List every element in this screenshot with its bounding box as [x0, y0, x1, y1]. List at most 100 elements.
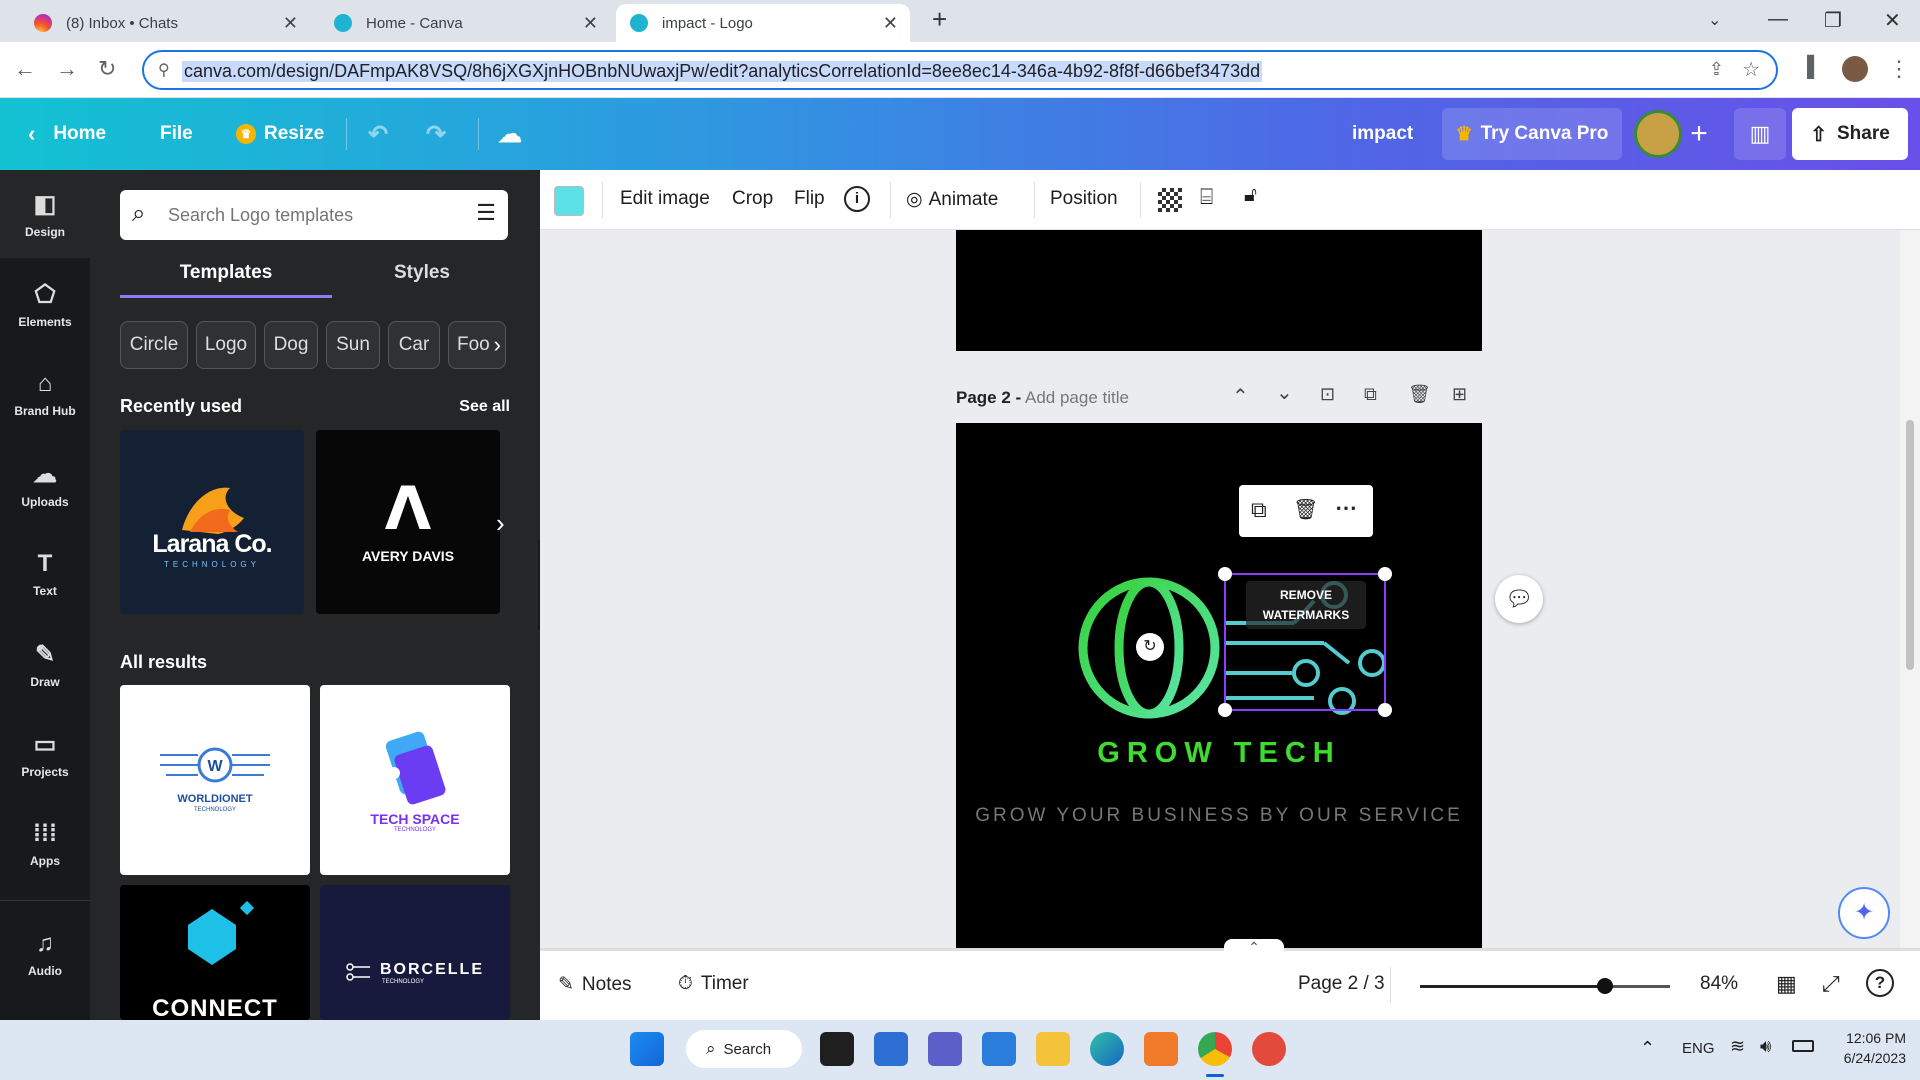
rail-item-draw[interactable]: ✎ Draw: [0, 620, 90, 708]
rail-item-projects[interactable]: ▭ Projects: [0, 710, 90, 798]
paint-roller-icon[interactable]: ⌸: [1200, 184, 1213, 210]
result-template-connect[interactable]: CONNECT: [120, 885, 310, 1020]
chevron-down-icon[interactable]: ⌄: [1276, 380, 1293, 405]
edit-image-button[interactable]: Edit image: [620, 188, 710, 210]
chip-sun[interactable]: Sun: [326, 321, 380, 369]
reload-icon[interactable]: ↻: [98, 56, 116, 82]
rail-item-brand-hub[interactable]: ⌂ Brand Hub: [0, 350, 90, 438]
rail-item-audio[interactable]: ♫ Audio: [0, 910, 90, 998]
chip-logo[interactable]: Logo: [196, 321, 256, 369]
taskbar-search[interactable]: ⌕ Search: [686, 1030, 802, 1068]
vertical-scrollbar[interactable]: [1900, 230, 1920, 950]
chip-car[interactable]: Car: [388, 321, 440, 369]
insights-chart-icon[interactable]: ▥: [1734, 108, 1786, 160]
app-icon[interactable]: [1252, 1032, 1286, 1066]
page-1-canvas[interactable]: [956, 230, 1482, 351]
crop-button[interactable]: Crop: [732, 188, 773, 210]
info-icon[interactable]: i: [844, 186, 870, 212]
result-template-techspace[interactable]: TECH SPACE TECHNOLOGY: [320, 685, 510, 875]
redo-icon[interactable]: ↷: [426, 98, 446, 170]
rail-item-design[interactable]: ◧ Design: [0, 170, 90, 258]
trash-icon[interactable]: 🗑︎: [1293, 497, 1318, 522]
chevron-right-icon[interactable]: ›: [494, 332, 501, 358]
duplicate-icon[interactable]: ⧉: [1251, 497, 1267, 523]
tab-templates[interactable]: Templates: [120, 262, 332, 298]
home-button[interactable]: ‹ Home: [28, 98, 106, 170]
rotate-handle-icon[interactable]: ↻: [1136, 633, 1164, 661]
delete-page-icon[interactable]: 🗑︎: [1408, 384, 1431, 405]
chip-dog[interactable]: Dog: [264, 321, 318, 369]
bookmark-star-icon[interactable]: ☆: [1742, 57, 1760, 82]
url-input[interactable]: ⚲ canva.com/design/DAFmpAK8VSQ/8h6jXGXjn…: [142, 50, 1778, 90]
add-comment-icon[interactable]: 💬︎: [1495, 575, 1543, 623]
file-explorer-icon[interactable]: [1036, 1032, 1070, 1066]
resize-handle[interactable]: [1218, 703, 1232, 717]
help-icon[interactable]: ?: [1866, 969, 1894, 997]
grid-view-icon[interactable]: ▦: [1776, 971, 1797, 997]
scrollbar-thumb[interactable]: [1906, 420, 1914, 670]
sidebar-toggle-icon[interactable]: ▐: [1800, 56, 1814, 79]
wifi-icon[interactable]: ≋: [1730, 1036, 1745, 1057]
result-template-borcelle[interactable]: BORCELLE TECHNOLOGY: [320, 885, 510, 1020]
add-collaborator-icon[interactable]: +: [1686, 98, 1712, 170]
clock-time[interactable]: 12:06 PM: [1826, 1030, 1906, 1046]
page-2-canvas[interactable]: ⧉ 🗑︎ ⋯ ↻ REMOVE WATERMARKS GROW TECH GRO…: [956, 423, 1482, 950]
vscode-icon[interactable]: [982, 1032, 1016, 1066]
close-window-icon[interactable]: ✕: [1884, 8, 1901, 33]
windows-start-icon[interactable]: [630, 1032, 664, 1066]
color-swatch[interactable]: [554, 186, 584, 216]
language-indicator[interactable]: ENG: [1682, 1040, 1715, 1057]
clock-date[interactable]: 6/24/2023: [1826, 1050, 1906, 1066]
browser-tab-home-canva[interactable]: Home - Canva ✕: [320, 4, 610, 42]
edge-icon[interactable]: [1090, 1032, 1124, 1066]
cloud-saved-icon[interactable]: ☁: [498, 98, 522, 170]
rail-item-apps[interactable]: ⁞⁞⁞ Apps: [0, 800, 90, 888]
new-tab-icon[interactable]: +: [932, 4, 947, 35]
maximize-icon[interactable]: ❐: [1824, 8, 1842, 33]
site-info-icon[interactable]: ⚲: [158, 60, 170, 80]
recent-template-avery[interactable]: Ʌ AVERY DAVIS: [316, 430, 500, 614]
search-input[interactable]: [168, 202, 448, 228]
forward-icon[interactable]: →: [56, 56, 78, 82]
file-menu-button[interactable]: File: [160, 98, 193, 170]
rail-item-uploads[interactable]: ☁ Uploads: [0, 440, 90, 528]
carousel-next-icon[interactable]: ›: [496, 508, 505, 539]
share-page-icon[interactable]: ⇪: [1709, 59, 1724, 80]
tab-search-chevron-icon[interactable]: ⌄: [1708, 10, 1721, 30]
chevron-up-icon[interactable]: ⌃: [1224, 939, 1284, 955]
rail-item-elements[interactable]: ⬠ Elements: [0, 260, 90, 348]
tab-styles[interactable]: Styles: [316, 262, 528, 298]
undo-icon[interactable]: ↶: [368, 98, 388, 170]
chip-food[interactable]: Foo ›: [448, 321, 506, 369]
result-template-worldionet[interactable]: W WORLDIONET TECHNOLOGY: [120, 685, 310, 875]
close-tab-icon[interactable]: ✕: [583, 13, 598, 34]
animate-button[interactable]: ◎ Animate: [906, 188, 998, 211]
battery-icon[interactable]: [1792, 1040, 1814, 1052]
chevron-up-icon[interactable]: ⌃: [1640, 1038, 1655, 1059]
page-indicator[interactable]: Page 2 / 3: [1298, 973, 1385, 995]
zoom-slider-knob[interactable]: [1597, 978, 1613, 994]
zoom-percent[interactable]: 84%: [1700, 973, 1738, 995]
timer-button[interactable]: ⏱︎ Timer: [678, 973, 749, 995]
zoom-slider[interactable]: [1420, 978, 1670, 994]
tagline-text[interactable]: GROW YOUR BUSINESS BY OUR SERVICE: [956, 805, 1482, 827]
resize-handle[interactable]: [1378, 703, 1392, 717]
minimize-icon[interactable]: —: [1768, 8, 1788, 31]
avatar[interactable]: [1634, 110, 1682, 158]
add-page-icon[interactable]: ⊞: [1452, 384, 1467, 405]
lock-icon[interactable]: 🔓︎: [1244, 184, 1257, 207]
share-button[interactable]: ⇧ Share: [1792, 108, 1908, 160]
resize-button[interactable]: ♛ Resize: [236, 98, 324, 170]
notes-button[interactable]: ✎ Notes: [558, 973, 632, 996]
resize-handle[interactable]: [1218, 567, 1232, 581]
resize-handle[interactable]: [1378, 567, 1392, 581]
browser-menu-icon[interactable]: ⋮: [1888, 56, 1910, 82]
search-box[interactable]: ⌕ ☰: [120, 190, 508, 240]
magic-assistant-icon[interactable]: ✦: [1838, 887, 1890, 939]
recent-template-larana[interactable]: Larana Co. TECHNOLOGY: [120, 430, 304, 614]
try-canva-pro-button[interactable]: ♛ Try Canva Pro: [1442, 108, 1622, 160]
see-all-link[interactable]: See all: [459, 398, 510, 416]
close-tab-icon[interactable]: ✕: [883, 13, 898, 34]
document-title[interactable]: impact: [1352, 98, 1413, 170]
flip-button[interactable]: Flip: [794, 188, 825, 210]
